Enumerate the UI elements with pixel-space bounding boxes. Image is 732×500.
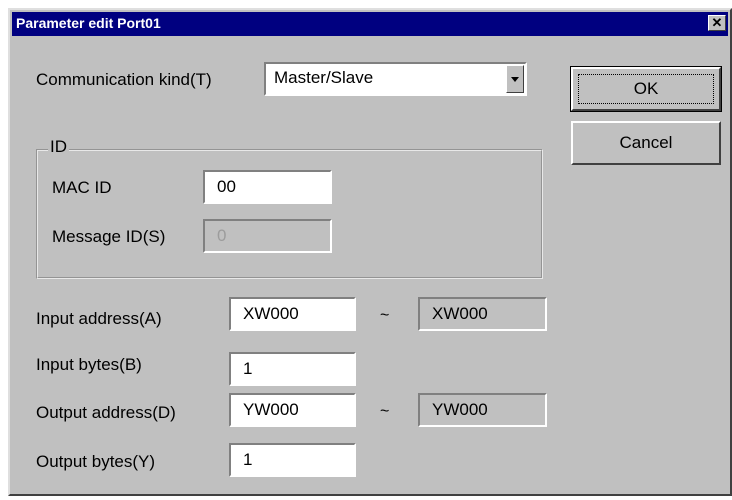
range-separator: ~ — [380, 403, 390, 420]
input-address-input[interactable]: XW000 — [229, 297, 356, 331]
communication-kind-select[interactable]: Master/Slave — [264, 62, 527, 96]
range-separator: ~ — [380, 307, 390, 324]
output-address-label: Output address(D) — [36, 403, 176, 422]
ok-button[interactable]: OK — [570, 66, 722, 112]
mac-id-input[interactable]: 00 — [203, 170, 332, 204]
mac-id-label: MAC ID — [52, 178, 112, 197]
input-bytes-input[interactable]: 1 — [229, 352, 356, 386]
output-address-end: YW000 — [418, 393, 547, 427]
title-bar: Parameter edit Port01 ✕ — [12, 12, 728, 36]
id-groupbox — [36, 149, 543, 279]
id-group-legend: ID — [48, 137, 69, 157]
input-bytes-label: Input bytes(B) — [36, 355, 142, 374]
chevron-down-icon[interactable] — [506, 65, 524, 93]
communication-kind-value: Master/Slave — [274, 68, 374, 87]
input-address-end: XW000 — [418, 297, 547, 331]
dialog-title: Parameter edit Port01 — [16, 15, 161, 31]
close-icon[interactable]: ✕ — [708, 15, 726, 31]
output-bytes-input[interactable]: 1 — [229, 443, 356, 477]
output-bytes-label: Output bytes(Y) — [36, 452, 156, 471]
input-address-label: Input address(A) — [36, 309, 162, 328]
output-address-input[interactable]: YW000 — [229, 393, 356, 427]
cancel-button[interactable]: Cancel — [571, 121, 721, 165]
communication-kind-label: Communication kind(T) — [36, 70, 212, 89]
message-id-label: Message ID(S) — [52, 227, 166, 246]
focus-rect — [578, 74, 714, 104]
message-id-input: 0 — [203, 219, 332, 253]
